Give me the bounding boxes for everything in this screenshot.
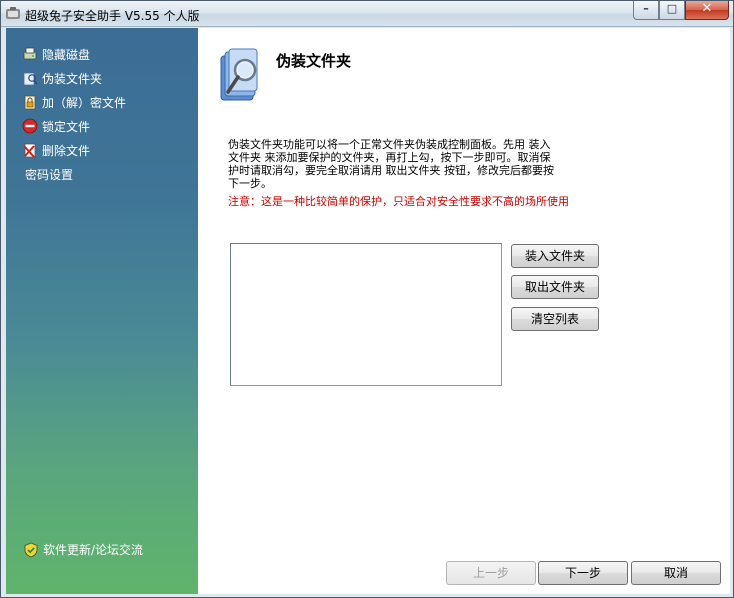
- next-button[interactable]: 下一步: [538, 561, 628, 585]
- description-text: 伪装文件夹功能可以将一个正常文件夹伪装成控制面板。先用 装入文件夹 来添加要保护…: [228, 138, 554, 190]
- sidebar-item-lock-file[interactable]: 锁定文件: [22, 114, 126, 138]
- app-icon: [6, 7, 20, 19]
- minimize-button[interactable]: –: [633, 1, 659, 20]
- cancel-button[interactable]: 取消: [631, 561, 721, 585]
- maximize-button[interactable]: □: [659, 1, 685, 20]
- folder-list[interactable]: [230, 243, 502, 386]
- sidebar-item-password-settings[interactable]: 密码设置: [22, 162, 126, 186]
- delete-file-icon: [23, 143, 36, 158]
- close-icon: ✕: [701, 1, 713, 16]
- sidebar-item-hidden-disk[interactable]: 隐藏磁盘: [22, 42, 126, 66]
- sidebar-item-encrypt-file[interactable]: 加（解）密文件: [22, 90, 126, 114]
- window-title: 超级兔子安全助手 V5.55 个人版: [25, 9, 200, 23]
- minimize-icon: –: [643, 2, 649, 15]
- sidebar-item-delete-file[interactable]: 删除文件: [22, 138, 126, 162]
- sidebar-item-label: 隐藏磁盘: [42, 47, 91, 62]
- disguise-folder-icon: [220, 48, 258, 101]
- sidebar-item-label: 伪装文件夹: [42, 71, 103, 86]
- software-update-link[interactable]: 软件更新/论坛交流: [23, 541, 143, 558]
- shield-icon: [24, 542, 38, 557]
- title-bar[interactable]: 超级兔子安全助手 V5.55 个人版 – □ ✕: [1, 1, 733, 27]
- sidebar: 隐藏磁盘 伪装文件夹 加（解）密文件 锁定文件 删除文件 密码设置 软件更新/论…: [6, 28, 198, 594]
- warning-text: 注意：这是一种比较简单的保护，只适合对安全性要求不高的场所使用: [228, 195, 569, 208]
- sidebar-item-label: 锁定文件: [42, 119, 91, 134]
- lock-file-icon: [22, 118, 38, 134]
- main-panel: 伪装文件夹 伪装文件夹功能可以将一个正常文件夹伪装成控制面板。先用 装入文件夹 …: [198, 28, 730, 594]
- hidden-disk-icon: [23, 47, 37, 60]
- remove-folder-button[interactable]: 取出文件夹: [511, 275, 599, 299]
- prev-button[interactable]: 上一步: [446, 561, 536, 585]
- sidebar-item-disguise-folder[interactable]: 伪装文件夹: [22, 66, 126, 90]
- sidebar-nav: 隐藏磁盘 伪装文件夹 加（解）密文件 锁定文件 删除文件 密码设置: [22, 42, 126, 186]
- disguise-folder-icon: [23, 72, 38, 86]
- maximize-icon: □: [666, 2, 678, 15]
- encrypt-file-icon: [24, 95, 36, 110]
- app-window: 超级兔子安全助手 V5.55 个人版 – □ ✕ 隐藏磁盘 伪装文件夹 加（解）…: [0, 0, 734, 598]
- sidebar-item-label: 删除文件: [42, 143, 91, 158]
- load-folder-button[interactable]: 装入文件夹: [511, 244, 599, 268]
- update-link-label: 软件更新/论坛交流: [43, 543, 144, 557]
- clear-list-button[interactable]: 清空列表: [511, 307, 599, 331]
- close-button[interactable]: ✕: [685, 1, 729, 20]
- page-title: 伪装文件夹: [276, 52, 352, 70]
- sidebar-item-label: 密码设置: [25, 167, 74, 182]
- sidebar-item-label: 加（解）密文件: [42, 95, 127, 110]
